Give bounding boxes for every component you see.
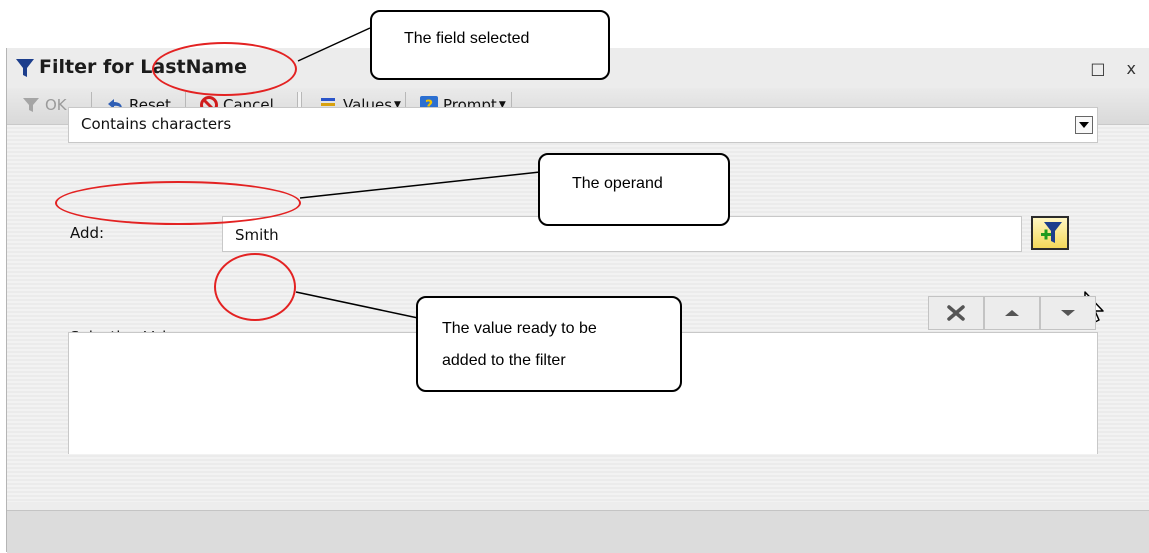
callout-value-line2: added to the filter: [442, 352, 566, 369]
annotation-circle-operand: [55, 181, 301, 225]
annotation-circle-title: [152, 42, 297, 96]
callout-operand-text: The operand: [572, 175, 663, 192]
callout-operand: The operand: [538, 153, 730, 226]
callout-value: The value ready to be added to the filte…: [416, 296, 682, 392]
callout-field-selected-text: The field selected: [404, 30, 530, 47]
callout-value-line1: The value ready to be: [442, 320, 597, 337]
annotation-circle-value: [214, 253, 296, 321]
callout-field-selected: The field selected: [370, 10, 610, 80]
